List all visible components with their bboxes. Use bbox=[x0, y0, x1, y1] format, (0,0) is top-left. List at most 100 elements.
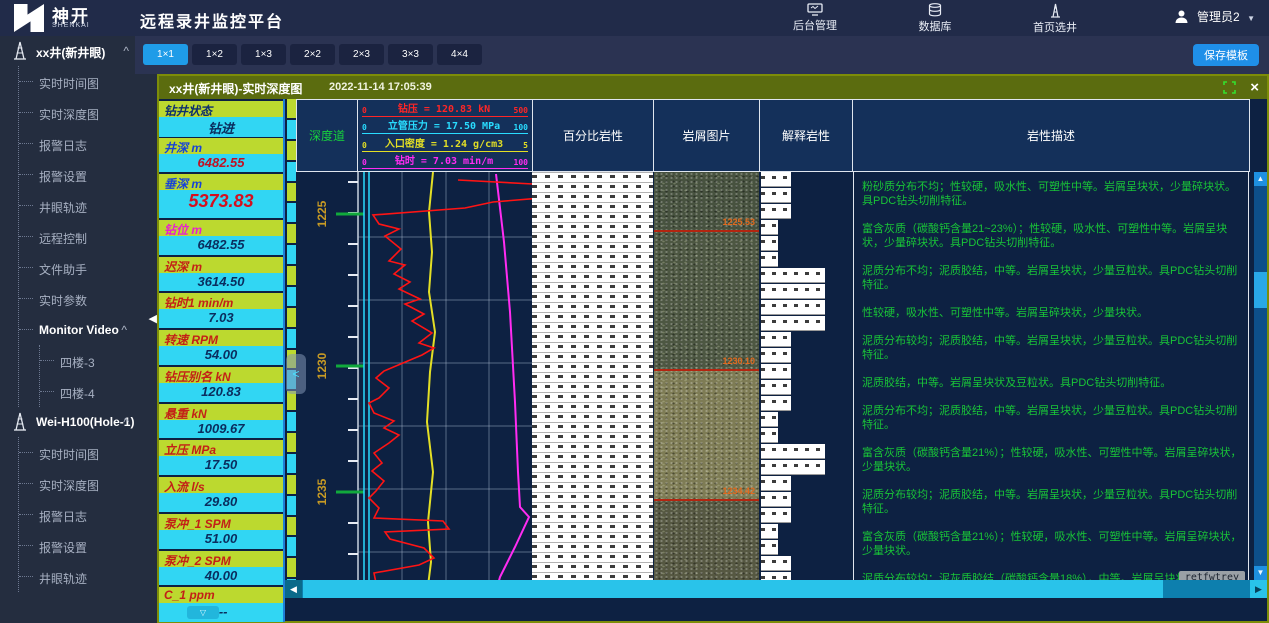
sidebar-item-0-video[interactable]: Monitor Video^ bbox=[19, 314, 157, 345]
sidebar-item-0-6[interactable]: 文件助手 bbox=[19, 252, 157, 283]
lith-description-5: 泥质胶结，中等。岩屑呈块状及豆粒状。具PDC钻头切削特征。 bbox=[862, 376, 1242, 390]
panel-collapse-button[interactable]: < bbox=[286, 354, 306, 394]
layout-button-1x3[interactable]: 1×3 bbox=[241, 44, 286, 65]
sidebar-item-1-4[interactable]: 井眼轨迹 bbox=[19, 561, 157, 592]
chevron-up-icon: ^ bbox=[123, 415, 129, 429]
param-value: 17.50 bbox=[159, 456, 283, 475]
well-tree-sidebar: xx井(新井眼)^实时时间图实时深度图报警日志报警设置井眼轨迹远程控制文件助手实… bbox=[0, 36, 157, 623]
parameter-7: 钻压别名 kN120.83 bbox=[159, 367, 283, 402]
horizontal-scrollbar[interactable]: ◀ ▶ bbox=[285, 580, 1267, 598]
tree-dash bbox=[19, 545, 33, 546]
tree-dash bbox=[19, 298, 33, 299]
param-label: 泵冲_2 SPM bbox=[159, 551, 283, 567]
lith-description-2: 泥质分布不均；泥质胶结，中等。岩屑呈块状，少量豆粒状。具PDC钻头切削特征。 bbox=[862, 264, 1242, 292]
photo-segment bbox=[654, 230, 759, 369]
nav-database[interactable]: 数据库 bbox=[895, 2, 975, 34]
interp-lith-cell bbox=[761, 428, 778, 443]
sidebar-item-0-4[interactable]: 井眼轨迹 bbox=[19, 190, 157, 221]
sidebar-collapse-arrow-icon[interactable]: ◀ bbox=[149, 312, 157, 325]
percent-lithology-column bbox=[532, 172, 653, 607]
param-label: 悬重 kN bbox=[159, 404, 283, 420]
curve-legend: 0钻压 = 120.83 kN5000立管压力 = 17.50 MPa1000入… bbox=[357, 99, 533, 172]
sidebar-item-1-2[interactable]: 报警日志 bbox=[19, 499, 157, 530]
param-label: 钻井状态 bbox=[159, 101, 283, 117]
tree-dash bbox=[19, 236, 33, 237]
sidebar-item-0-video-1[interactable]: 四楼-4 bbox=[40, 376, 157, 407]
layout-button-2x3[interactable]: 2×3 bbox=[339, 44, 384, 65]
scroll-right-icon[interactable]: ▶ bbox=[1250, 580, 1267, 598]
well-node-1[interactable]: Wei-H100(Hole-1)^ bbox=[0, 407, 157, 437]
param-label: 钻位 m bbox=[159, 220, 283, 236]
layout-button-1x2[interactable]: 1×2 bbox=[192, 44, 237, 65]
column-header-lith-desc: 岩性描述 bbox=[852, 99, 1250, 172]
window-titlebar[interactable]: xx井(新井眼)-实时深度图 2022-11-14 17:05:39 × bbox=[159, 76, 1267, 99]
lith-description-4: 泥质分布较均；泥质胶结，中等。岩屑呈块状，少量豆粒状。具PDC钻头切削特征。 bbox=[862, 334, 1242, 362]
param-label: C_1 ppm bbox=[159, 587, 283, 603]
param-value: 5373.83 bbox=[159, 190, 283, 217]
sidebar-item-1-1[interactable]: 实时深度图 bbox=[19, 468, 157, 499]
scroll-up-icon[interactable]: ▲ bbox=[1254, 172, 1267, 186]
parameter-13: C_1 ppm▽--- bbox=[159, 587, 283, 622]
interp-lith-cell bbox=[761, 444, 825, 459]
interp-lith-cell bbox=[761, 524, 778, 539]
param-value: ▽--- bbox=[159, 603, 283, 622]
parameter-panel: 钻井状态钻进井深 m6482.55垂深 m5373.83钻位 m6482.55迟… bbox=[159, 99, 285, 622]
layout-button-1x1[interactable]: 1×1 bbox=[143, 44, 188, 65]
sidebar-item-1-3[interactable]: 报警设置 bbox=[19, 530, 157, 561]
save-template-button[interactable]: 保存模板 bbox=[1193, 44, 1259, 66]
param-label: 垂深 m bbox=[159, 174, 283, 190]
clipped-parameter-strip bbox=[287, 99, 296, 598]
param-value: 钻进 bbox=[159, 117, 283, 137]
tree-dash bbox=[40, 360, 54, 361]
sidebar-item-1-0[interactable]: 实时时间图 bbox=[19, 437, 157, 468]
column-header-percent-lith: 百分比岩性 bbox=[532, 99, 654, 172]
fullscreen-icon[interactable] bbox=[1223, 81, 1236, 94]
derrick-icon bbox=[1049, 3, 1062, 18]
sidebar-item-0-1[interactable]: 实时深度图 bbox=[19, 97, 157, 128]
interp-lith-cell bbox=[761, 364, 791, 379]
user-menu[interactable]: 管理员2 ▼ bbox=[1174, 8, 1255, 25]
well-node-0[interactable]: xx井(新井眼)^ bbox=[0, 36, 157, 66]
tree-dash bbox=[19, 143, 33, 144]
layout-button-3x3[interactable]: 3×3 bbox=[388, 44, 433, 65]
user-name: 管理员2 bbox=[1197, 10, 1240, 24]
vertical-scroll-thumb[interactable] bbox=[1254, 272, 1267, 308]
legend-0: 0钻压 = 120.83 kN500 bbox=[362, 102, 528, 117]
sidebar-item-0-5[interactable]: 远程控制 bbox=[19, 221, 157, 252]
nav-backend-admin[interactable]: 后台管理 bbox=[775, 2, 855, 33]
layout-button-2x2[interactable]: 2×2 bbox=[290, 44, 335, 65]
photo-segment bbox=[654, 369, 759, 499]
horizontal-scroll-thumb[interactable] bbox=[303, 580, 1163, 598]
vertical-scrollbar[interactable]: ▲ ▼ bbox=[1254, 172, 1267, 580]
photo-depth-line bbox=[654, 369, 759, 371]
sidebar-item-0-3[interactable]: 报警设置 bbox=[19, 159, 157, 190]
interp-lith-cell bbox=[761, 188, 791, 203]
param-value: 29.80 bbox=[159, 493, 283, 512]
svg-text:1235: 1235 bbox=[315, 478, 329, 505]
param-label: 立压 MPa bbox=[159, 440, 283, 456]
param-dropdown-button[interactable]: ▽ bbox=[187, 606, 219, 619]
derrick-icon bbox=[12, 40, 28, 60]
sidebar-item-0-video-0[interactable]: 四楼-3 bbox=[40, 345, 157, 376]
derrick-icon bbox=[12, 411, 28, 431]
tree-dash bbox=[40, 391, 54, 392]
scroll-left-icon[interactable]: ◀ bbox=[285, 580, 302, 598]
sidebar-item-0-2[interactable]: 报警日志 bbox=[19, 128, 157, 159]
app-title: 远程录井监控平台 bbox=[140, 8, 284, 32]
sidebar-item-0-7[interactable]: 实时参数 bbox=[19, 283, 157, 314]
tree-dash bbox=[19, 174, 33, 175]
scroll-down-icon[interactable]: ▼ bbox=[1254, 566, 1267, 580]
parameter-10: 入流 l/s29.80 bbox=[159, 477, 283, 512]
layout-button-4x4[interactable]: 4×4 bbox=[437, 44, 482, 65]
param-label: 入流 l/s bbox=[159, 477, 283, 493]
close-icon[interactable]: × bbox=[1250, 79, 1259, 96]
param-value: 6482.55 bbox=[159, 236, 283, 255]
nav-home-well-select[interactable]: 首页选井 bbox=[1015, 2, 1095, 35]
interp-lith-cell bbox=[761, 252, 778, 267]
lithology-description-column: 粉砂质分布不均；性较硬，吸水性、可塑性中等。岩屑呈块状，少量碎块状。具PDC钻头… bbox=[853, 172, 1249, 607]
photo-depth-line bbox=[654, 230, 759, 232]
lith-description-8: 泥质分布较均；泥质胶结，中等。岩屑呈块状，少量豆粒状。具PDC钻头切削特征。 bbox=[862, 488, 1242, 516]
chevron-up-icon: ^ bbox=[123, 44, 129, 58]
interp-lith-cell bbox=[761, 396, 791, 411]
logo-en: SHENKAI bbox=[52, 22, 90, 29]
